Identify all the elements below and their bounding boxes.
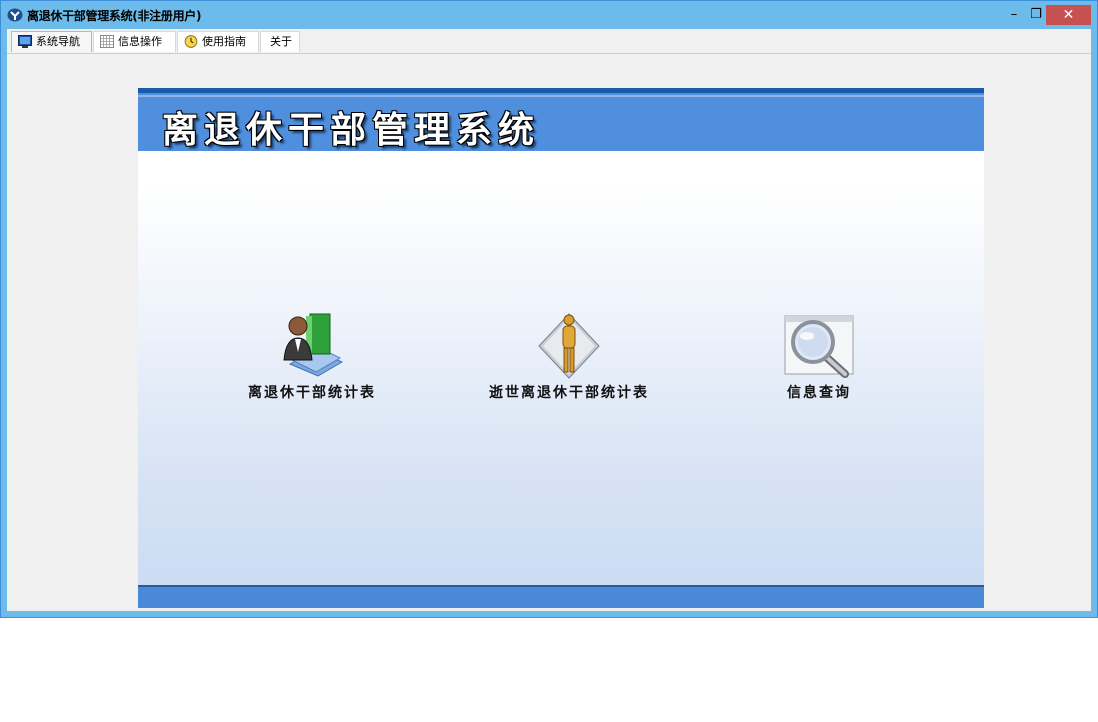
tab-about[interactable]: 关于 bbox=[260, 31, 300, 52]
person-diamond-icon bbox=[538, 313, 600, 379]
main-panel: 离退休干部管理系统 离退休干部统计表 逝世离退休干部统计表 信息查询 bbox=[138, 88, 984, 608]
tab-user-guide[interactable]: 使用指南 bbox=[177, 31, 259, 52]
monitor-icon bbox=[18, 35, 32, 48]
banner-sub-stripe bbox=[138, 95, 984, 97]
feature-label: 逝世离退休干部统计表 bbox=[489, 385, 649, 401]
tab-label: 使用指南 bbox=[202, 35, 246, 48]
client-area: 系统导航 信息操作 使用指南 关于 离退休干部管理系统 离退休干部统计表 逝世离… bbox=[7, 29, 1091, 611]
panel-footer-bar bbox=[138, 585, 984, 608]
app-window: 离退休干部管理系统(非注册用户) – ❐ ✕ 系统导航 信息操作 使用指南 关于… bbox=[0, 0, 1098, 618]
banner: 离退休干部管理系统 bbox=[138, 88, 984, 151]
tab-divider bbox=[7, 53, 1091, 54]
feature-retired-cadre-stats[interactable]: 离退休干部统计表 bbox=[242, 308, 382, 402]
window-title: 离退休干部管理系统(非注册用户) bbox=[27, 9, 202, 23]
title-bar[interactable]: 离退休干部管理系统(非注册用户) – ❐ ✕ bbox=[1, 1, 1097, 29]
tab-label: 信息操作 bbox=[118, 35, 162, 48]
tab-info-operation[interactable]: 信息操作 bbox=[93, 31, 176, 52]
tab-label: 系统导航 bbox=[36, 35, 80, 48]
close-button[interactable]: ✕ bbox=[1046, 5, 1091, 25]
magnifier-icon bbox=[784, 315, 854, 378]
grid-icon bbox=[100, 35, 114, 48]
feature-label: 离退休干部统计表 bbox=[248, 385, 376, 401]
tab-label: 关于 bbox=[270, 35, 292, 48]
banner-title: 离退休干部管理系统 bbox=[162, 109, 541, 151]
feature-info-query[interactable]: 信息查询 bbox=[769, 308, 869, 402]
tab-bar: 系统导航 信息操作 使用指南 关于 bbox=[7, 31, 1091, 54]
feature-deceased-cadre-stats[interactable]: 逝世离退休干部统计表 bbox=[482, 308, 656, 402]
app-logo-icon bbox=[7, 8, 23, 22]
feature-label: 信息查询 bbox=[787, 385, 851, 401]
person-book-icon bbox=[283, 313, 344, 377]
tab-system-navigation[interactable]: 系统导航 bbox=[11, 31, 92, 52]
banner-top-stripe bbox=[138, 88, 984, 93]
clock-icon bbox=[184, 35, 198, 48]
